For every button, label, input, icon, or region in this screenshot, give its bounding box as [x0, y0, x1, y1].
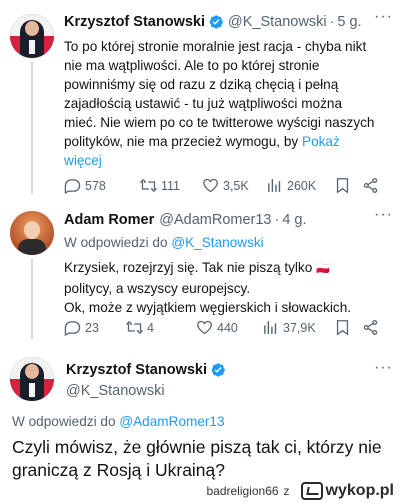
show-more-link-2[interactable]: więcej [64, 153, 102, 168]
reply-icon [64, 321, 81, 336]
retweet-button[interactable]: 111 [140, 177, 180, 194]
author-handle[interactable]: @K_Stanowski [66, 383, 165, 399]
tweet-text: Czyli mówisz, że głównie piszą tak ci, k… [12, 437, 382, 480]
retweet-count: 4 [147, 320, 154, 335]
author-handle[interactable]: @AdamRomer13 [159, 212, 271, 228]
tweet-header: Krzysztof Stanowski @K_Stanowski · 5 g. [64, 14, 362, 30]
wykop-logo-icon [300, 482, 323, 500]
avatar[interactable] [10, 357, 54, 401]
like-count: 440 [217, 320, 238, 335]
reply-count: 23 [85, 320, 99, 335]
verified-badge-icon [209, 15, 223, 29]
tweet-actions: 578 111 3,5K 260K [64, 177, 384, 195]
retweet-count: 111 [161, 178, 181, 193]
retweet-button[interactable]: 4 [126, 319, 154, 336]
bookmark-icon [336, 320, 349, 336]
thread-line [31, 259, 33, 339]
tweet-text: To po której stronie moralnie jest racja… [64, 39, 375, 168]
author-name[interactable]: Adam Romer [64, 212, 154, 228]
share-button[interactable] [362, 319, 383, 336]
like-count: 3,5K [223, 178, 249, 193]
replying-to: W odpowiedzi do @K_Stanowski [64, 235, 264, 250]
share-button[interactable] [362, 177, 383, 194]
tweet-actions: 23 4 440 37,9K [64, 319, 384, 337]
reply-icon [64, 179, 81, 194]
bookmark-icon [336, 178, 349, 194]
heart-icon [203, 178, 218, 193]
retweet-icon [126, 321, 143, 334]
like-button[interactable]: 440 [196, 319, 238, 336]
timestamp[interactable]: 5 g. [337, 14, 361, 30]
reply-handle-link[interactable]: @K_Stanowski [171, 235, 263, 250]
views-button[interactable]: 260K [266, 177, 316, 194]
reply-button[interactable]: 578 [64, 177, 106, 194]
tweet-header: Krzysztof Stanowski [66, 362, 230, 378]
replying-to: W odpowiedzi do @AdamRomer13 [12, 414, 225, 429]
wykop-logo: wykop.pl [300, 482, 394, 500]
tweet-text: Krzysiek, rozejrzyj się. Tak nie piszą t… [64, 260, 352, 315]
author-name[interactable]: Krzysztof Stanowski [64, 14, 205, 30]
timestamp[interactable]: 4 g. [282, 212, 306, 228]
share-icon [363, 320, 378, 335]
thread-line [31, 62, 33, 194]
like-button[interactable]: 3,5K [202, 177, 249, 194]
views-count: 260K [287, 178, 317, 193]
reply-count: 578 [85, 178, 106, 193]
more-options-icon[interactable]: ··· [374, 206, 393, 224]
tweet-handle-row: @K_Stanowski [66, 383, 165, 399]
views-button[interactable]: 37,9K [262, 319, 316, 336]
retweet-icon [140, 179, 157, 192]
heart-icon [197, 320, 212, 335]
more-options-icon[interactable]: ··· [374, 359, 393, 377]
views-count: 37,9K [283, 320, 316, 335]
bookmark-button[interactable] [334, 177, 355, 194]
views-chart-icon [268, 179, 281, 192]
more-options-icon[interactable]: ··· [374, 8, 393, 26]
author-name[interactable]: Krzysztof Stanowski [66, 362, 207, 378]
reply-button[interactable]: 23 [64, 319, 99, 336]
verified-badge-icon [211, 363, 225, 377]
tweet-header: Adam Romer @AdamRomer13 · 4 g. [64, 212, 307, 228]
avatar[interactable] [10, 211, 54, 255]
author-handle[interactable]: @K_Stanowski [228, 14, 327, 30]
show-more-link[interactable]: Pokaż [302, 134, 340, 149]
avatar[interactable] [10, 14, 54, 58]
views-chart-icon [264, 321, 277, 334]
watermark: badreligion66 z wykop.pl [206, 482, 394, 500]
reply-handle-link[interactable]: @AdamRomer13 [119, 414, 224, 429]
share-icon [363, 178, 378, 193]
bookmark-button[interactable] [334, 319, 355, 336]
poland-flag-emoji: 🇵🇱 [316, 263, 330, 275]
uploader-name: badreligion66 [206, 484, 279, 498]
